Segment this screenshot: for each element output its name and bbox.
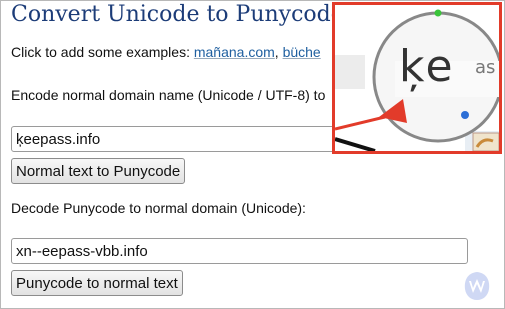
example-link-buche[interactable]: büche — [283, 44, 321, 60]
encode-label: Encode normal domain name (Unicode / UTF… — [11, 87, 326, 103]
unicode-input[interactable] — [11, 126, 341, 152]
decode-button[interactable]: Punycode to normal text — [11, 270, 183, 296]
zoom-callout: ķe as — [332, 2, 502, 154]
examples-separator: , — [274, 44, 283, 60]
magnified-text-trailing: as — [475, 57, 496, 78]
punycode-input[interactable] — [11, 238, 468, 264]
example-link-manana[interactable]: mañana.com — [194, 44, 275, 60]
magnified-text: ķe — [399, 41, 454, 92]
encode-button[interactable]: Normal text to Punycode — [11, 158, 186, 184]
examples-prefix: Click to add some examples: — [11, 44, 190, 60]
page-title: Convert Unicode to Punycode — [11, 2, 344, 27]
decode-label: Decode Punycode to normal domain (Unicod… — [11, 200, 306, 216]
malwarebytes-logo-icon — [464, 272, 490, 300]
examples-line: Click to add some examples: mañana.com, … — [11, 44, 321, 60]
